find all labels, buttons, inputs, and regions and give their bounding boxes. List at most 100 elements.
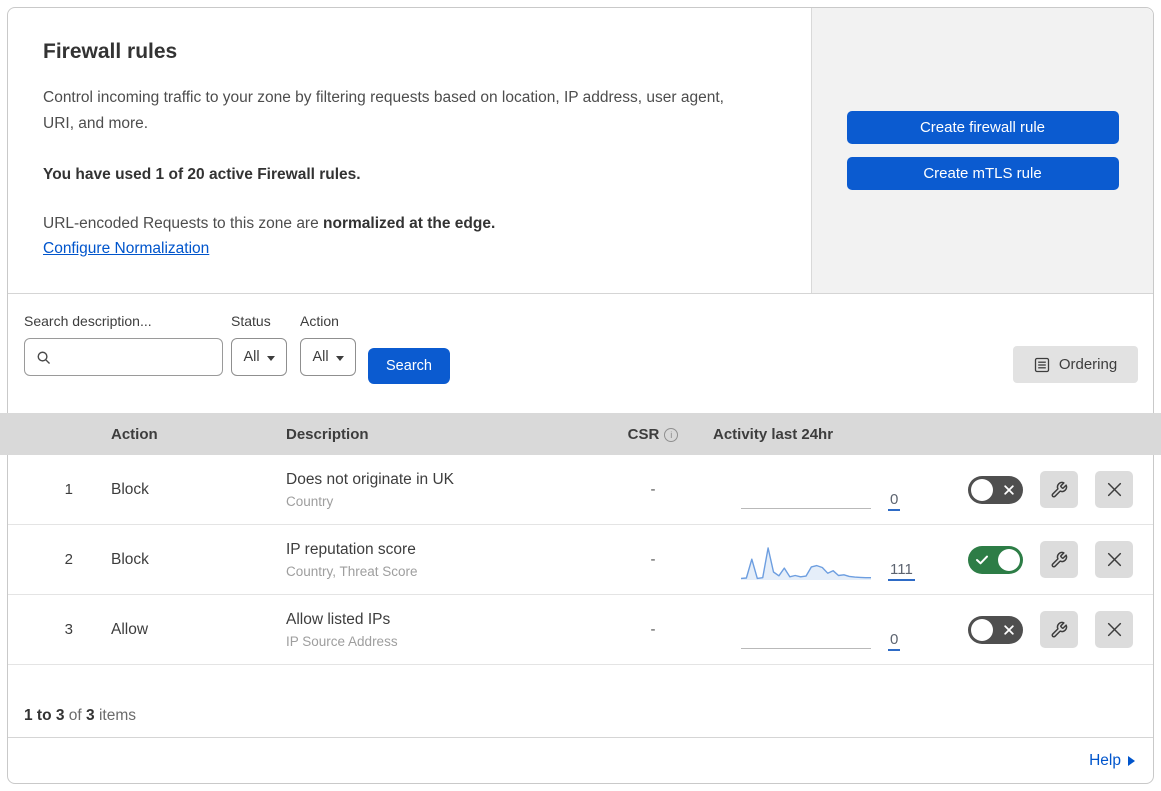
edit-rule-button[interactable]: [1040, 471, 1078, 508]
items-range: 1 to 3: [24, 707, 65, 724]
search-button[interactable]: Search: [368, 348, 450, 384]
enable-rule-toggle[interactable]: [968, 615, 1023, 644]
close-icon: [1106, 551, 1123, 568]
toggle-knob: [971, 618, 993, 641]
help-link-label: Help: [1089, 752, 1121, 769]
search-group: Search description...: [24, 313, 223, 376]
toggle-knob: [971, 478, 993, 501]
status-filter-group: Status All: [231, 313, 287, 376]
rule-criteria: Country, Threat Score: [286, 563, 418, 579]
chevron-down-icon: [335, 355, 344, 361]
rule-controls: [923, 471, 1153, 508]
page-title: Firewall rules: [43, 40, 178, 63]
rule-csr: -: [650, 481, 656, 498]
activity-count-link[interactable]: 111: [888, 561, 915, 581]
normalization-bold: normalized at the edge.: [323, 215, 496, 232]
edit-rule-button[interactable]: [1040, 611, 1078, 648]
column-csr: CSR i: [598, 426, 708, 443]
rule-priority: 2: [64, 551, 73, 568]
wrench-icon: [1050, 551, 1068, 569]
rule-description: Does not originate in UK: [286, 470, 455, 488]
pagination-summary: 1 to 3 of 3 items: [8, 665, 1153, 737]
column-activity: Activity last 24hr: [713, 425, 834, 443]
search-input[interactable]: [59, 348, 214, 366]
rule-action: Block: [111, 480, 149, 498]
search-input-wrapper[interactable]: [24, 338, 223, 376]
chevron-down-icon: [266, 355, 275, 361]
delete-rule-button[interactable]: [1095, 611, 1133, 648]
enable-rule-toggle[interactable]: [968, 475, 1023, 504]
wrench-icon: [1050, 481, 1068, 499]
usage-summary: You have used 1 of 20 active Firewall ru…: [43, 166, 361, 183]
rule-csr: -: [650, 621, 656, 638]
search-label: Search description...: [24, 313, 152, 329]
rule-activity-cell: 0: [708, 455, 923, 524]
delete-rule-button[interactable]: [1095, 471, 1133, 508]
header-text-block: Firewall rules Control incoming traffic …: [8, 8, 811, 293]
normalization-text: URL-encoded Requests to this zone are no…: [43, 215, 781, 233]
flat-zero-line: [741, 508, 871, 509]
help-link[interactable]: Help: [1089, 752, 1135, 770]
rule-priority: 1: [64, 481, 73, 498]
search-icon: [36, 350, 51, 365]
table-row: 2 Block IP reputation score Country, Thr…: [8, 525, 1153, 595]
rule-action: Block: [111, 550, 149, 568]
rule-description-cell: Does not originate in UK Country: [286, 471, 598, 509]
rule-activity-cell: 111: [708, 525, 923, 594]
filter-bar: Search description... Status All Action …: [8, 294, 1153, 413]
activity-count-link[interactable]: 0: [888, 491, 901, 511]
create-mtls-rule-button[interactable]: Create mTLS rule: [846, 157, 1119, 190]
status-dropdown[interactable]: All: [231, 338, 287, 376]
ordering-button-label: Ordering: [1058, 356, 1118, 373]
rule-description-cell: IP reputation score Country, Threat Scor…: [286, 541, 598, 579]
column-description: Description: [286, 425, 369, 443]
arrow-right-icon: [1128, 756, 1135, 766]
rule-priority: 3: [64, 621, 73, 638]
activity-sparkline: [741, 545, 871, 581]
action-dropdown[interactable]: All: [300, 338, 356, 376]
firewall-rules-card: Firewall rules Control incoming traffic …: [0, 7, 1161, 784]
rule-controls: [923, 611, 1153, 648]
actions-panel: Create firewall rule Create mTLS rule: [811, 8, 1153, 293]
action-label: Action: [300, 313, 339, 329]
ordering-list-icon: [1034, 357, 1050, 373]
rule-criteria: Country: [286, 493, 334, 509]
rule-description: IP reputation score: [286, 540, 416, 558]
header-section: Firewall rules Control incoming traffic …: [8, 8, 1153, 294]
rule-activity-cell: 0: [708, 595, 923, 664]
normalization-prefix: URL-encoded Requests to this zone are: [43, 215, 324, 232]
rule-description-cell: Allow listed IPs IP Source Address: [286, 611, 598, 649]
x-icon: [1004, 624, 1014, 635]
status-dropdown-value: All: [243, 349, 260, 365]
close-icon: [1106, 481, 1123, 498]
ordering-button[interactable]: Ordering: [1013, 346, 1138, 383]
activity-sparkline-flat: [741, 475, 871, 511]
action-dropdown-value: All: [312, 349, 329, 365]
rule-csr: -: [650, 551, 656, 568]
help-row: Help: [8, 737, 1153, 784]
toggle-knob: [998, 548, 1020, 571]
status-label: Status: [231, 313, 271, 329]
table-header: Action Description CSR i Activity last 24…: [0, 413, 1161, 455]
edit-rule-button[interactable]: [1040, 541, 1078, 578]
column-action: Action: [111, 425, 158, 443]
rule-description: Allow listed IPs: [286, 610, 391, 628]
page-description: Control incoming traffic to your zone by…: [43, 89, 724, 132]
delete-rule-button[interactable]: [1095, 541, 1133, 578]
items-label: items: [98, 707, 137, 724]
x-icon: [1004, 484, 1014, 495]
create-firewall-rule-button[interactable]: Create firewall rule: [846, 111, 1119, 144]
configure-normalization-link[interactable]: Configure Normalization: [43, 240, 209, 257]
table-row: 1 Block Does not originate in UK Country…: [8, 455, 1153, 525]
activity-count-link[interactable]: 0: [888, 631, 901, 651]
rule-action: Allow: [111, 620, 149, 638]
items-total: 3: [86, 707, 95, 724]
check-icon: [976, 555, 988, 565]
action-filter-group: Action All: [300, 313, 356, 376]
rule-controls: [923, 541, 1153, 578]
enable-rule-toggle[interactable]: [968, 545, 1023, 574]
info-icon[interactable]: i: [664, 427, 679, 442]
rule-criteria: IP Source Address: [286, 633, 398, 649]
table-row: 3 Allow Allow listed IPs IP Source Addre…: [8, 595, 1153, 665]
wrench-icon: [1050, 621, 1068, 639]
